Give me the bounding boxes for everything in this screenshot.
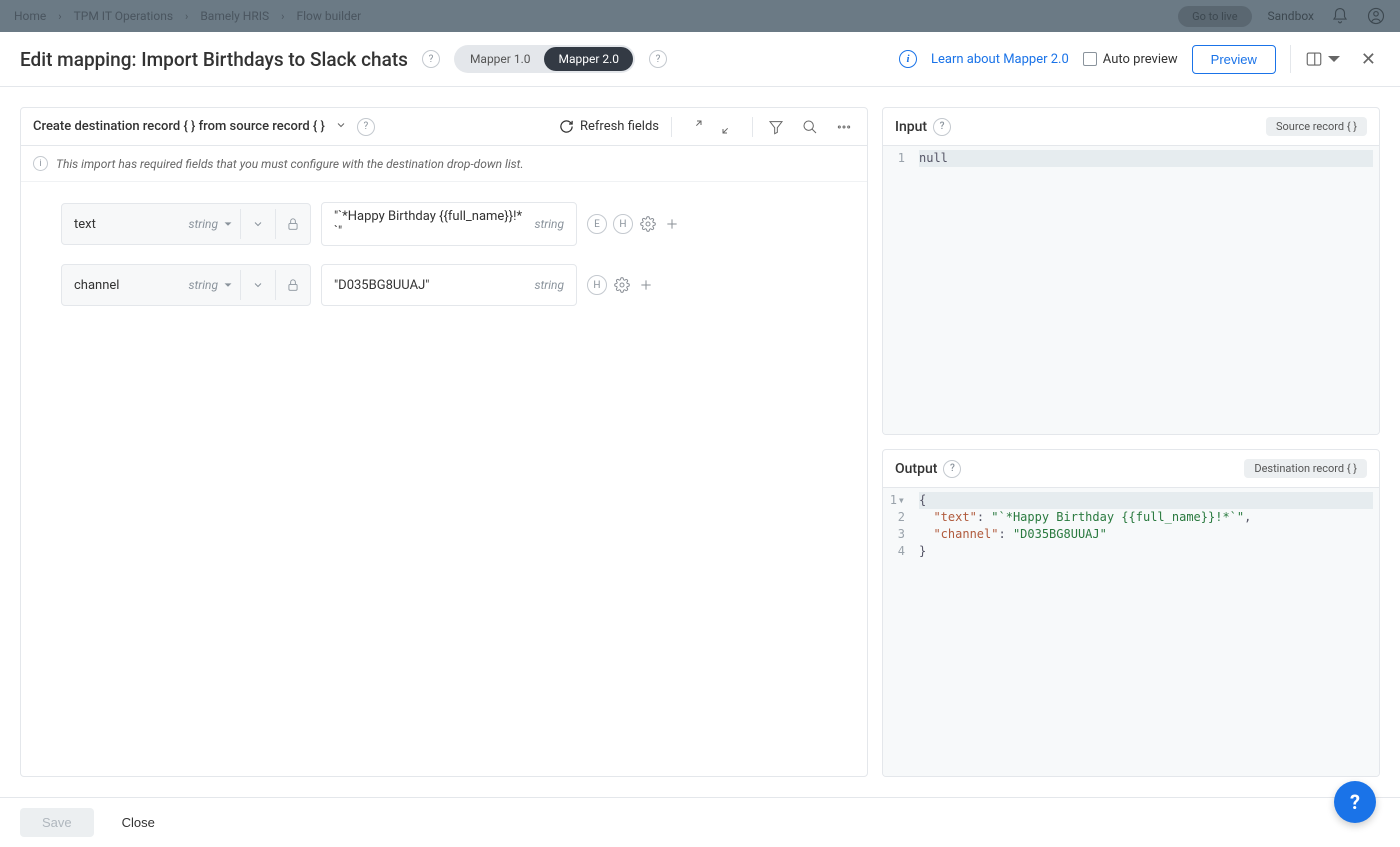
mapping-rows: text string "`*Happy Birthday {{full_nam… <box>21 182 867 318</box>
output-title: Output <box>895 461 937 477</box>
gear-icon[interactable] <box>613 276 631 294</box>
source-record-badge: Source record { } <box>1266 117 1367 136</box>
input-title: Input <box>895 119 927 135</box>
create-record-label[interactable]: Create destination record { } from sourc… <box>33 119 325 134</box>
gear-icon[interactable] <box>639 215 657 233</box>
app-topbar: Home › TPM IT Operations › Bamely HRIS ›… <box>0 0 1400 32</box>
input-panel: Input ? Source record { } 1 null <box>882 107 1380 435</box>
sandbox-label: Sandbox <box>1268 9 1314 23</box>
breadcrumb-item[interactable]: TPM IT Operations <box>74 9 173 23</box>
output-code-editor[interactable]: 1▾234 { "text": "`*Happy Birthday {{full… <box>883 488 1379 776</box>
chevron-right-icon: › <box>58 10 61 23</box>
more-icon[interactable] <box>833 116 855 138</box>
filter-icon[interactable] <box>765 116 787 138</box>
plus-icon[interactable] <box>663 215 681 233</box>
required-fields-info: i This import has required fields that y… <box>21 146 867 182</box>
help-fab[interactable]: ? <box>1334 781 1376 823</box>
checkbox-icon <box>1083 52 1097 66</box>
breadcrumb-item[interactable]: Bamely HRIS <box>200 9 269 23</box>
mapping-panel-header: Create destination record { } from sourc… <box>21 108 867 146</box>
mapper-version-toggle: Mapper 1.0 Mapper 2.0 <box>454 45 635 73</box>
main-area: Create destination record { } from sourc… <box>0 87 1400 797</box>
go-live-pill[interactable]: Go to live <box>1178 6 1251 27</box>
source-value-input[interactable]: "`*Happy Birthday {{full_name}}!*`" stri… <box>321 202 577 246</box>
mapper-v1-tab[interactable]: Mapper 1.0 <box>456 47 545 71</box>
line-gutter: 1▾234 <box>883 488 913 776</box>
input-code-editor[interactable]: 1 null <box>883 146 1379 434</box>
caret-down-icon <box>224 220 232 228</box>
footer: Save Close <box>0 797 1400 847</box>
source-value-input[interactable]: "D035BG8UUAJ" string <box>321 264 577 306</box>
h-badge[interactable]: H <box>613 214 633 234</box>
auto-preview-label: Auto preview <box>1103 52 1178 67</box>
line-gutter: 1 <box>883 146 913 434</box>
refresh-fields-button[interactable]: Refresh fields <box>559 119 659 134</box>
page-title: Edit mapping: Import Birthdays to Slack … <box>20 48 408 71</box>
info-icon: i <box>899 50 917 68</box>
chevron-right-icon: › <box>281 10 284 23</box>
mapping-row: text string "`*Happy Birthday {{full_nam… <box>61 202 855 246</box>
mapping-row: channel string "D035BG8UUAJ" string H <box>61 264 855 306</box>
help-icon[interactable]: ? <box>943 460 961 478</box>
save-button[interactable]: Save <box>20 808 94 837</box>
collapse-icon[interactable] <box>718 116 740 138</box>
user-avatar-icon[interactable] <box>1366 6 1386 26</box>
mapping-panel: Create destination record { } from sourc… <box>20 107 868 777</box>
destination-record-badge: Destination record { } <box>1244 459 1367 478</box>
close-button[interactable]: ✕ <box>1357 45 1380 74</box>
learn-mapper-link[interactable]: Learn about Mapper 2.0 <box>931 52 1069 67</box>
layout-toggle[interactable] <box>1305 50 1343 68</box>
h-badge[interactable]: H <box>587 275 607 295</box>
page-header: Edit mapping: Import Birthdays to Slack … <box>0 32 1400 87</box>
breadcrumb-item[interactable]: Home <box>14 9 46 23</box>
chevron-down-icon[interactable] <box>335 119 347 134</box>
divider <box>1290 45 1291 73</box>
destination-field-selector[interactable]: channel string <box>61 264 311 306</box>
destination-field-selector[interactable]: text string <box>61 203 311 245</box>
close-button[interactable]: Close <box>112 808 165 837</box>
help-icon[interactable]: ? <box>933 118 951 136</box>
caret-down-icon <box>224 281 232 289</box>
mapper-v2-tab[interactable]: Mapper 2.0 <box>544 47 633 71</box>
breadcrumb-item[interactable]: Flow builder <box>296 9 361 23</box>
e-badge[interactable]: E <box>587 214 607 234</box>
lock-icon <box>284 217 302 231</box>
chevron-down-icon[interactable] <box>249 218 267 230</box>
auto-preview-checkbox[interactable]: Auto preview <box>1083 52 1178 67</box>
preview-button[interactable]: Preview <box>1192 45 1276 74</box>
input-header: Input ? Source record { } <box>883 108 1379 146</box>
plus-icon[interactable] <box>637 276 655 294</box>
preview-panel: Input ? Source record { } 1 null Output … <box>882 107 1380 777</box>
help-icon[interactable]: ? <box>649 50 667 68</box>
help-icon[interactable]: ? <box>357 118 375 136</box>
expand-icon[interactable] <box>684 116 706 138</box>
row-actions: E H <box>587 214 681 234</box>
output-header: Output ? Destination record { } <box>883 450 1379 488</box>
lock-icon <box>284 278 302 292</box>
chevron-right-icon: › <box>185 10 188 23</box>
info-icon: i <box>33 156 48 171</box>
breadcrumb: Home › TPM IT Operations › Bamely HRIS ›… <box>14 9 361 23</box>
search-icon[interactable] <box>799 116 821 138</box>
bell-icon[interactable] <box>1330 6 1350 26</box>
help-icon[interactable]: ? <box>422 50 440 68</box>
output-panel: Output ? Destination record { } 1▾234 { … <box>882 449 1380 777</box>
row-actions: H <box>587 275 655 295</box>
chevron-down-icon[interactable] <box>249 279 267 291</box>
